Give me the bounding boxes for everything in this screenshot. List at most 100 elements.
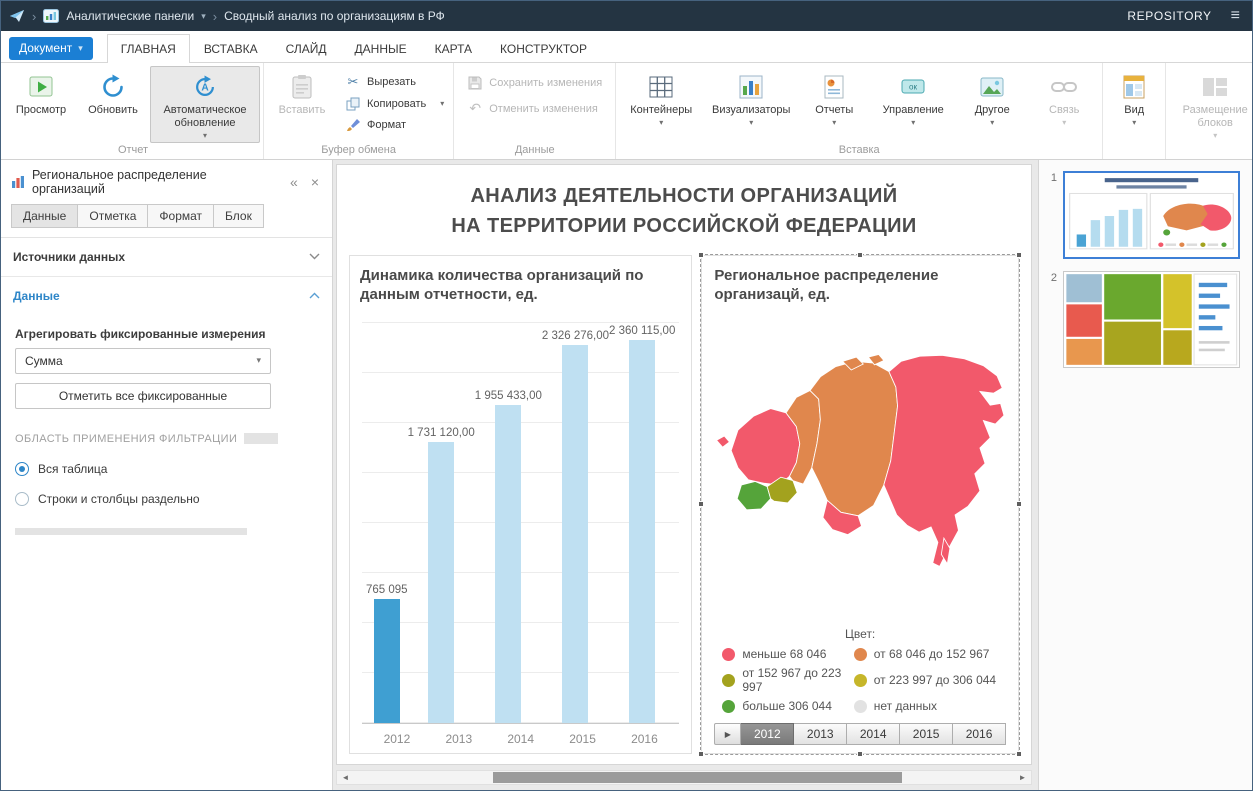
cut-button[interactable]: ✂ Вырезать — [345, 74, 444, 90]
paste-icon — [290, 72, 314, 102]
resize-handle[interactable] — [698, 501, 705, 508]
resize-handle[interactable] — [1016, 501, 1022, 508]
chart-block-icon — [11, 175, 25, 189]
chevron-down-icon: ▾ — [1213, 130, 1218, 140]
resize-handle[interactable] — [698, 751, 705, 757]
slide-thumbnail-2[interactable] — [1063, 270, 1240, 368]
page-title-line2: НА ТЕРРИТОРИИ РОССИЙСКОЙ ФЕДЕРАЦИИ — [451, 214, 917, 237]
section-data[interactable]: Данные — [1, 277, 332, 315]
scissors-icon: ✂ — [347, 74, 359, 89]
year-button[interactable]: 2014 — [847, 723, 901, 745]
view-button[interactable]: Вид ▾ — [1106, 66, 1162, 130]
menu-tab[interactable]: КАРТА — [421, 34, 486, 62]
panel-tab[interactable]: Данные — [11, 203, 79, 228]
bar-column[interactable]: 2 360 115,00 — [609, 309, 675, 723]
save-changes-button[interactable]: Сохранить изменения — [467, 76, 602, 90]
format-button[interactable]: Формат — [345, 118, 444, 132]
bar-column[interactable]: 765 095 — [366, 309, 408, 723]
visualizers-button[interactable]: Визуализаторы ▾ — [705, 66, 797, 130]
collapse-panel-icon[interactable]: « — [287, 174, 301, 190]
resize-handle[interactable] — [857, 251, 864, 258]
properties-panel: Региональное распределение организаций «… — [1, 159, 333, 790]
radio-option[interactable]: Строки и столбцы раздельно — [15, 491, 318, 506]
menu-tab[interactable]: ВСТАВКА — [190, 34, 272, 62]
section-label: Источники данных — [13, 249, 126, 264]
bar-chart-block[interactable]: Динамика количества организаций по данны… — [349, 254, 693, 754]
aggregation-select[interactable]: Сумма ▾ — [15, 347, 271, 374]
scrollbar-track[interactable] — [354, 771, 1014, 784]
radio-selected-icon[interactable] — [15, 461, 29, 476]
bar-column[interactable]: 1 955 433,00 — [475, 309, 542, 723]
map-region-far-east[interactable] — [883, 354, 1005, 567]
resize-handle[interactable] — [1016, 251, 1022, 258]
bar[interactable] — [495, 405, 522, 723]
resize-handle[interactable] — [1016, 751, 1022, 757]
map-region-siberia[interactable] — [809, 360, 899, 517]
menu-tab[interactable]: ГЛАВНАЯ — [106, 34, 190, 63]
map-region-caucasus[interactable] — [737, 480, 772, 511]
containers-button[interactable]: Контейнеры ▾ — [619, 66, 703, 130]
management-button[interactable]: ок Управление ▾ — [871, 66, 955, 130]
paste-button[interactable]: Вставить — [267, 66, 337, 120]
panel-tab[interactable]: Отметка — [78, 203, 149, 228]
legend-color-dot — [722, 647, 736, 661]
chevron-down-icon: ▾ — [911, 117, 916, 127]
undo-changes-button[interactable]: ↶ Отменить изменения — [467, 100, 602, 117]
horizontal-scrollbar[interactable]: ◄ ► — [336, 770, 1032, 785]
bar-chart-plot: 765 095 1 731 120,00 1 955 433,00 2 326 276… — [362, 308, 680, 723]
play-animation-button[interactable]: ▶ — [714, 723, 742, 745]
bar[interactable] — [562, 345, 589, 723]
auto-refresh-button[interactable]: A Автоматическое обновление ▾ — [150, 66, 260, 143]
map-region-kaliningrad[interactable] — [716, 435, 731, 448]
map-legend-grid: меньше 68 046 от 68 046 до 152 967 от 152 … — [714, 647, 1006, 713]
refresh-button[interactable]: Обновить — [78, 66, 148, 120]
layout-blocks-button[interactable]: Размещение блоков ▾ — [1169, 66, 1253, 143]
radio-label: Вся таблица — [38, 461, 108, 476]
panel-tab[interactable]: Блок — [214, 203, 264, 228]
bar-value-label: 2 360 115,00 — [609, 324, 676, 337]
scroll-left-icon[interactable]: ◄ — [337, 773, 354, 782]
year-button[interactable]: 2013 — [794, 723, 848, 745]
bar[interactable] — [428, 441, 455, 723]
radio-option[interactable]: Вся таблица — [15, 461, 318, 476]
close-panel-icon[interactable]: × — [308, 174, 322, 190]
preview-button[interactable]: Просмотр — [6, 66, 76, 120]
mark-all-button[interactable]: Отметить все фиксированные — [15, 382, 271, 409]
year-button[interactable]: 2016 — [953, 723, 1007, 745]
app-logo-icon[interactable] — [9, 8, 25, 24]
year-button[interactable]: 2012 — [741, 723, 795, 745]
map-region-european-russia[interactable] — [731, 408, 801, 486]
bar-column[interactable]: 1 731 120,00 — [408, 309, 475, 723]
map-block[interactable]: Региональное распределение организацй, е… — [698, 251, 1022, 757]
panel-tab[interactable]: Формат — [148, 203, 215, 228]
menu-tab[interactable]: КОНСТРУКТОР — [486, 34, 601, 62]
russia-map[interactable] — [714, 307, 1006, 625]
chevron-down-icon: ▾ — [659, 117, 664, 127]
chevron-down-icon[interactable]: ▾ — [201, 11, 206, 22]
undo-icon: ↶ — [469, 100, 482, 116]
slide-thumbnail-1[interactable] — [1063, 170, 1240, 259]
scrollbar-thumb[interactable] — [492, 772, 902, 783]
bar-column[interactable]: 2 326 276,00 — [542, 309, 609, 723]
repository-label[interactable]: REPOSITORY — [1127, 9, 1211, 23]
reports-button[interactable]: Отчеты ▾ — [799, 66, 869, 130]
resize-handle[interactable] — [698, 251, 705, 258]
x-axis-label: 2012 — [383, 732, 411, 746]
dashboard-page[interactable]: АНАЛИЗ ДЕЯТЕЛЬНОСТИ ОРГАНИЗАЦИЙ НА ТЕРРИ… — [336, 163, 1032, 765]
breadcrumb-root[interactable]: Аналитические панели — [66, 9, 194, 23]
link-button[interactable]: Связь ▾ — [1029, 66, 1099, 130]
copy-button[interactable]: Копировать ▾ — [345, 97, 444, 111]
hamburger-menu-icon[interactable]: ≡ — [1231, 7, 1240, 25]
year-button[interactable]: 2015 — [900, 723, 954, 745]
breadcrumb-separator-icon: › — [32, 8, 37, 24]
section-data-sources[interactable]: Источники данных — [1, 238, 332, 277]
radio-icon[interactable] — [15, 491, 29, 506]
bar[interactable] — [629, 339, 656, 723]
bar[interactable] — [373, 598, 400, 723]
menu-tab[interactable]: СЛАЙД — [272, 34, 341, 62]
resize-handle[interactable] — [857, 751, 864, 757]
menu-tab[interactable]: ДАННЫЕ — [341, 34, 421, 62]
document-menu-button[interactable]: Документ ▾ — [9, 36, 93, 60]
scroll-right-icon[interactable]: ► — [1014, 773, 1031, 782]
other-button[interactable]: Другое ▾ — [957, 66, 1027, 130]
